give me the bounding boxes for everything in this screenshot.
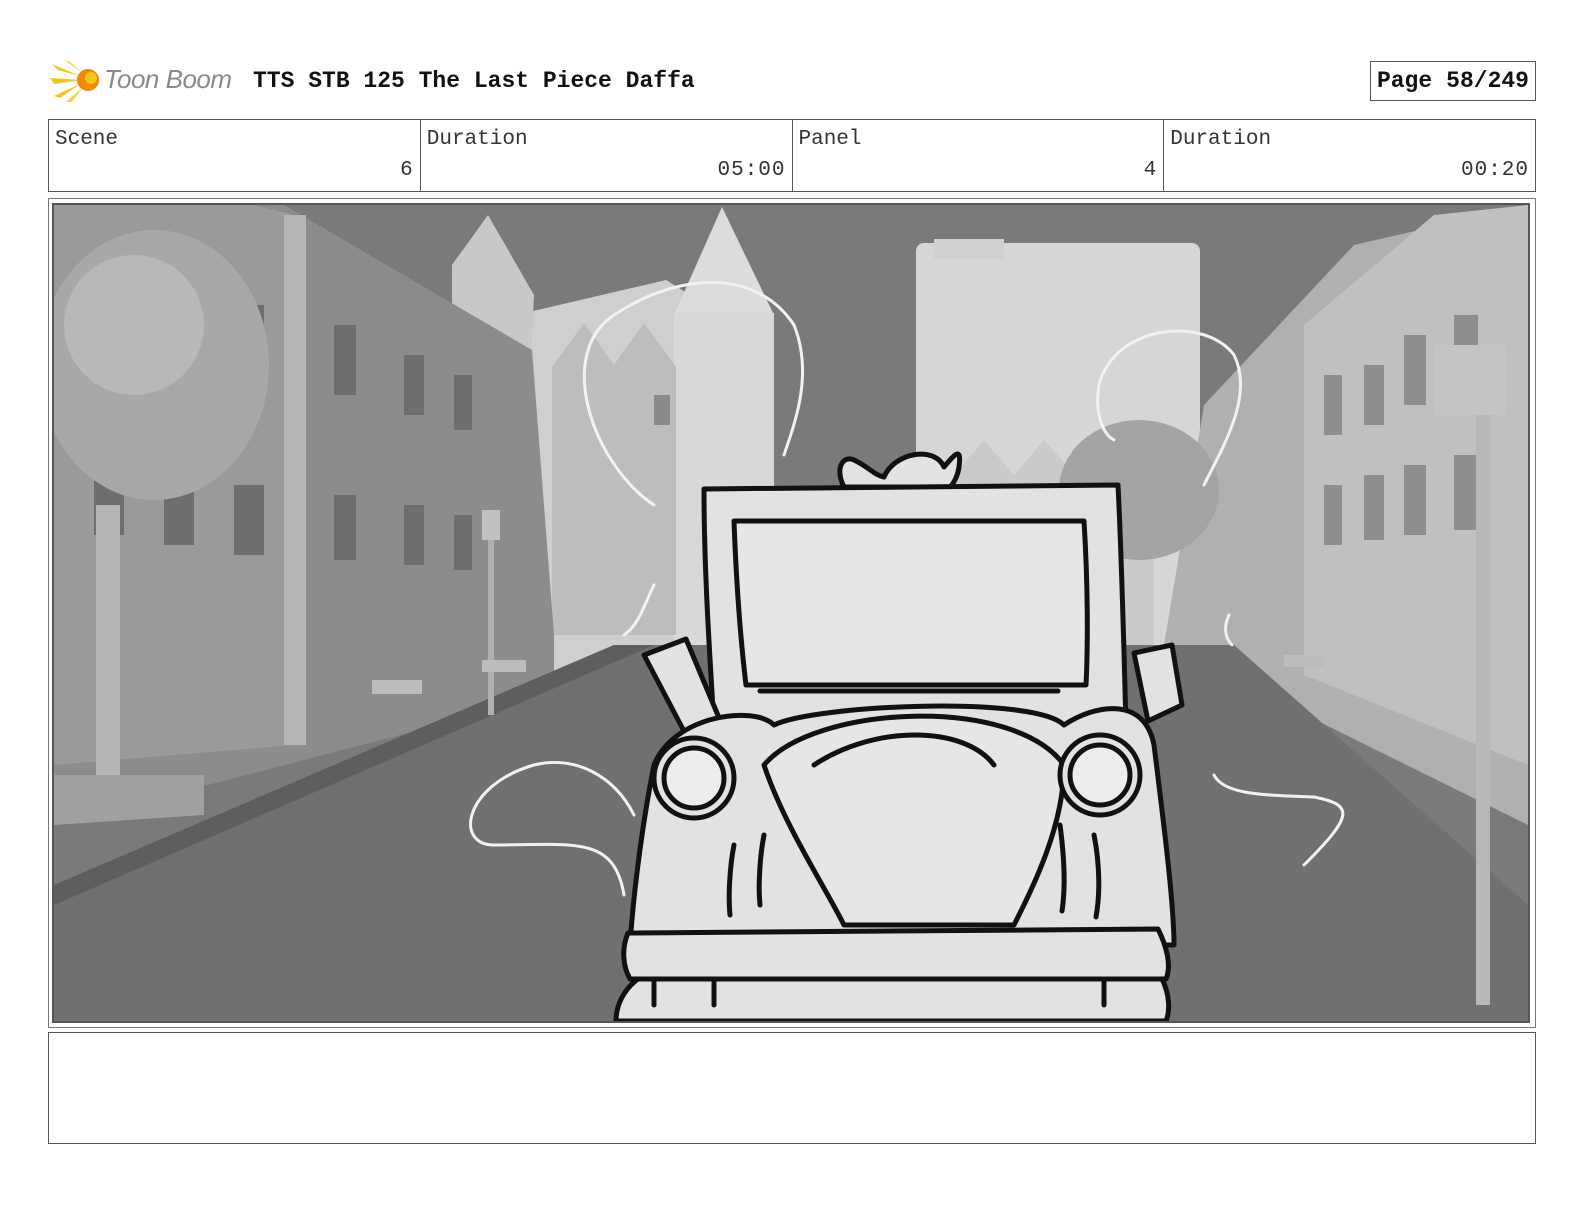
page-indicator: Page 58/249 bbox=[1369, 61, 1536, 101]
panel-duration-cell: Duration 00:20 bbox=[1164, 120, 1535, 191]
scene-value: 6 bbox=[400, 159, 414, 182]
page-number: 58/249 bbox=[1446, 68, 1529, 94]
burst-icon bbox=[50, 60, 99, 102]
scene-duration-label: Duration bbox=[426, 128, 528, 151]
panel-label: Panel bbox=[798, 128, 862, 151]
scene-duration-value: 05:00 bbox=[717, 159, 786, 182]
document-title: TTS STB 125 The Last Piece Daffa bbox=[253, 68, 695, 94]
panel-cell: Panel 4 bbox=[793, 120, 1165, 191]
page-header: Toon Boom TTS STB 125 The Last Piece Daf… bbox=[48, 56, 1536, 106]
panel-duration-value: 00:20 bbox=[1460, 159, 1529, 182]
scene-label: Scene bbox=[55, 128, 119, 151]
panel-duration-label: Duration bbox=[1170, 128, 1272, 151]
storyboard-panel-image bbox=[52, 203, 1530, 1023]
scene-duration-cell: Duration 05:00 bbox=[421, 120, 793, 191]
logo-wordmark: Toon Boom bbox=[104, 64, 232, 94]
page-label: Page bbox=[1376, 68, 1433, 94]
panel-value: 4 bbox=[1143, 159, 1158, 182]
toon-boom-logo: Toon Boom bbox=[48, 56, 248, 106]
street-scene-sketch bbox=[54, 205, 1528, 1021]
panel-notes-box bbox=[48, 1032, 1536, 1144]
scene-cell: Scene 6 bbox=[49, 120, 421, 191]
scene-info-table: Scene 6 Duration 05:00 Panel 4 Duration … bbox=[48, 119, 1536, 192]
